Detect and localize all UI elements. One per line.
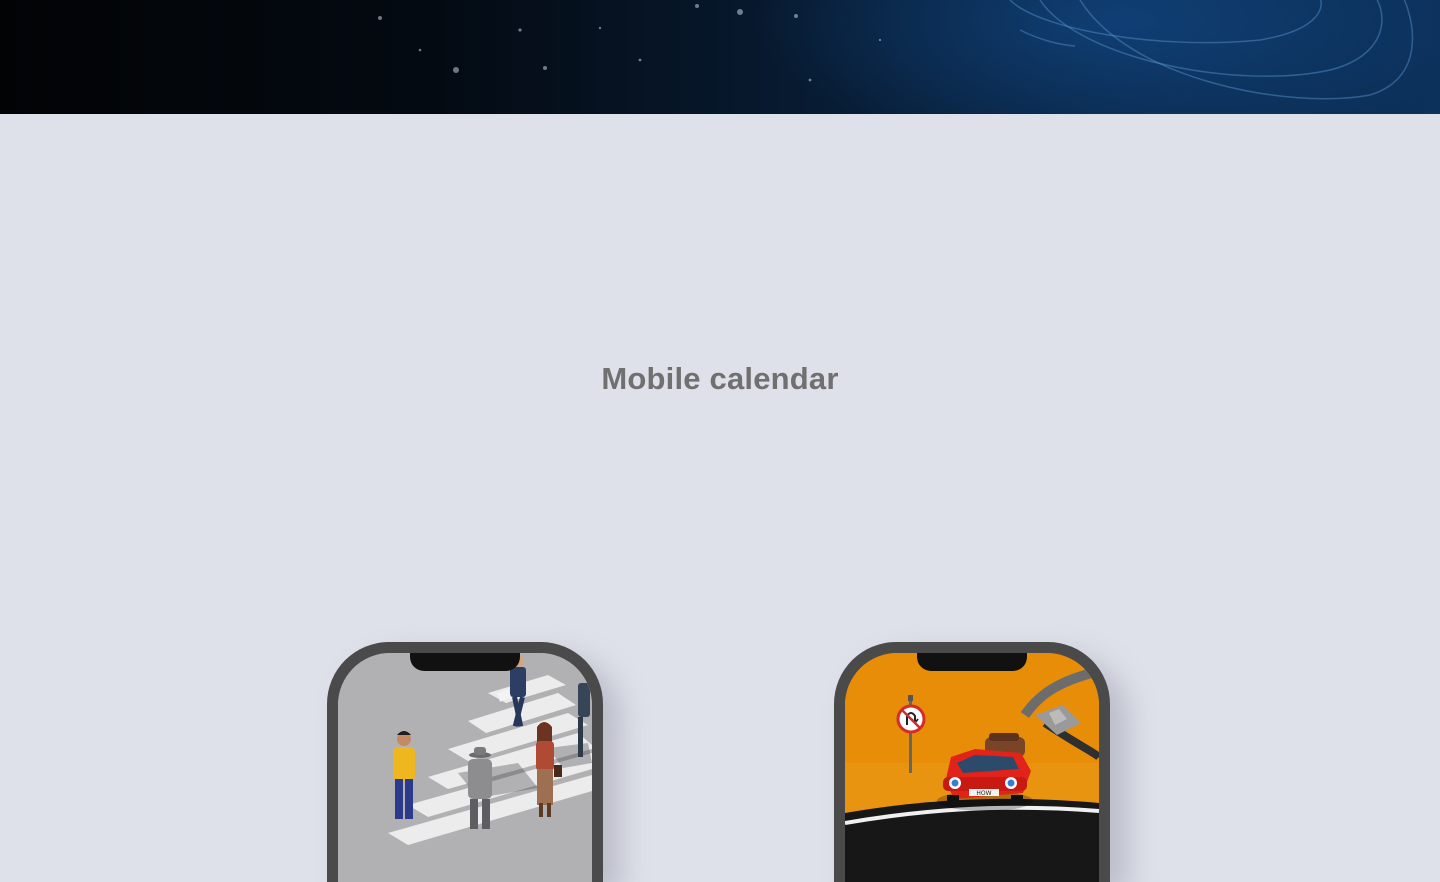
section-title: Mobile calendar	[601, 361, 839, 396]
phone-notch	[917, 653, 1027, 671]
phone-screen-right: HOW	[845, 653, 1099, 882]
hero-banner	[0, 0, 1440, 114]
phone-crosswalk-illustration	[327, 642, 603, 882]
space-swirl-graphic	[378, 0, 1414, 100]
license-plate: HOW	[976, 790, 991, 797]
mobile-calendar-section: Mobile calendar HOW	[0, 114, 1440, 882]
phone-car-illustration: HOW	[834, 642, 1110, 882]
phone-screen-left	[338, 653, 592, 882]
car-illustration: HOW	[845, 653, 1099, 882]
crosswalk-illustration	[338, 653, 592, 882]
phone-notch	[410, 653, 520, 671]
